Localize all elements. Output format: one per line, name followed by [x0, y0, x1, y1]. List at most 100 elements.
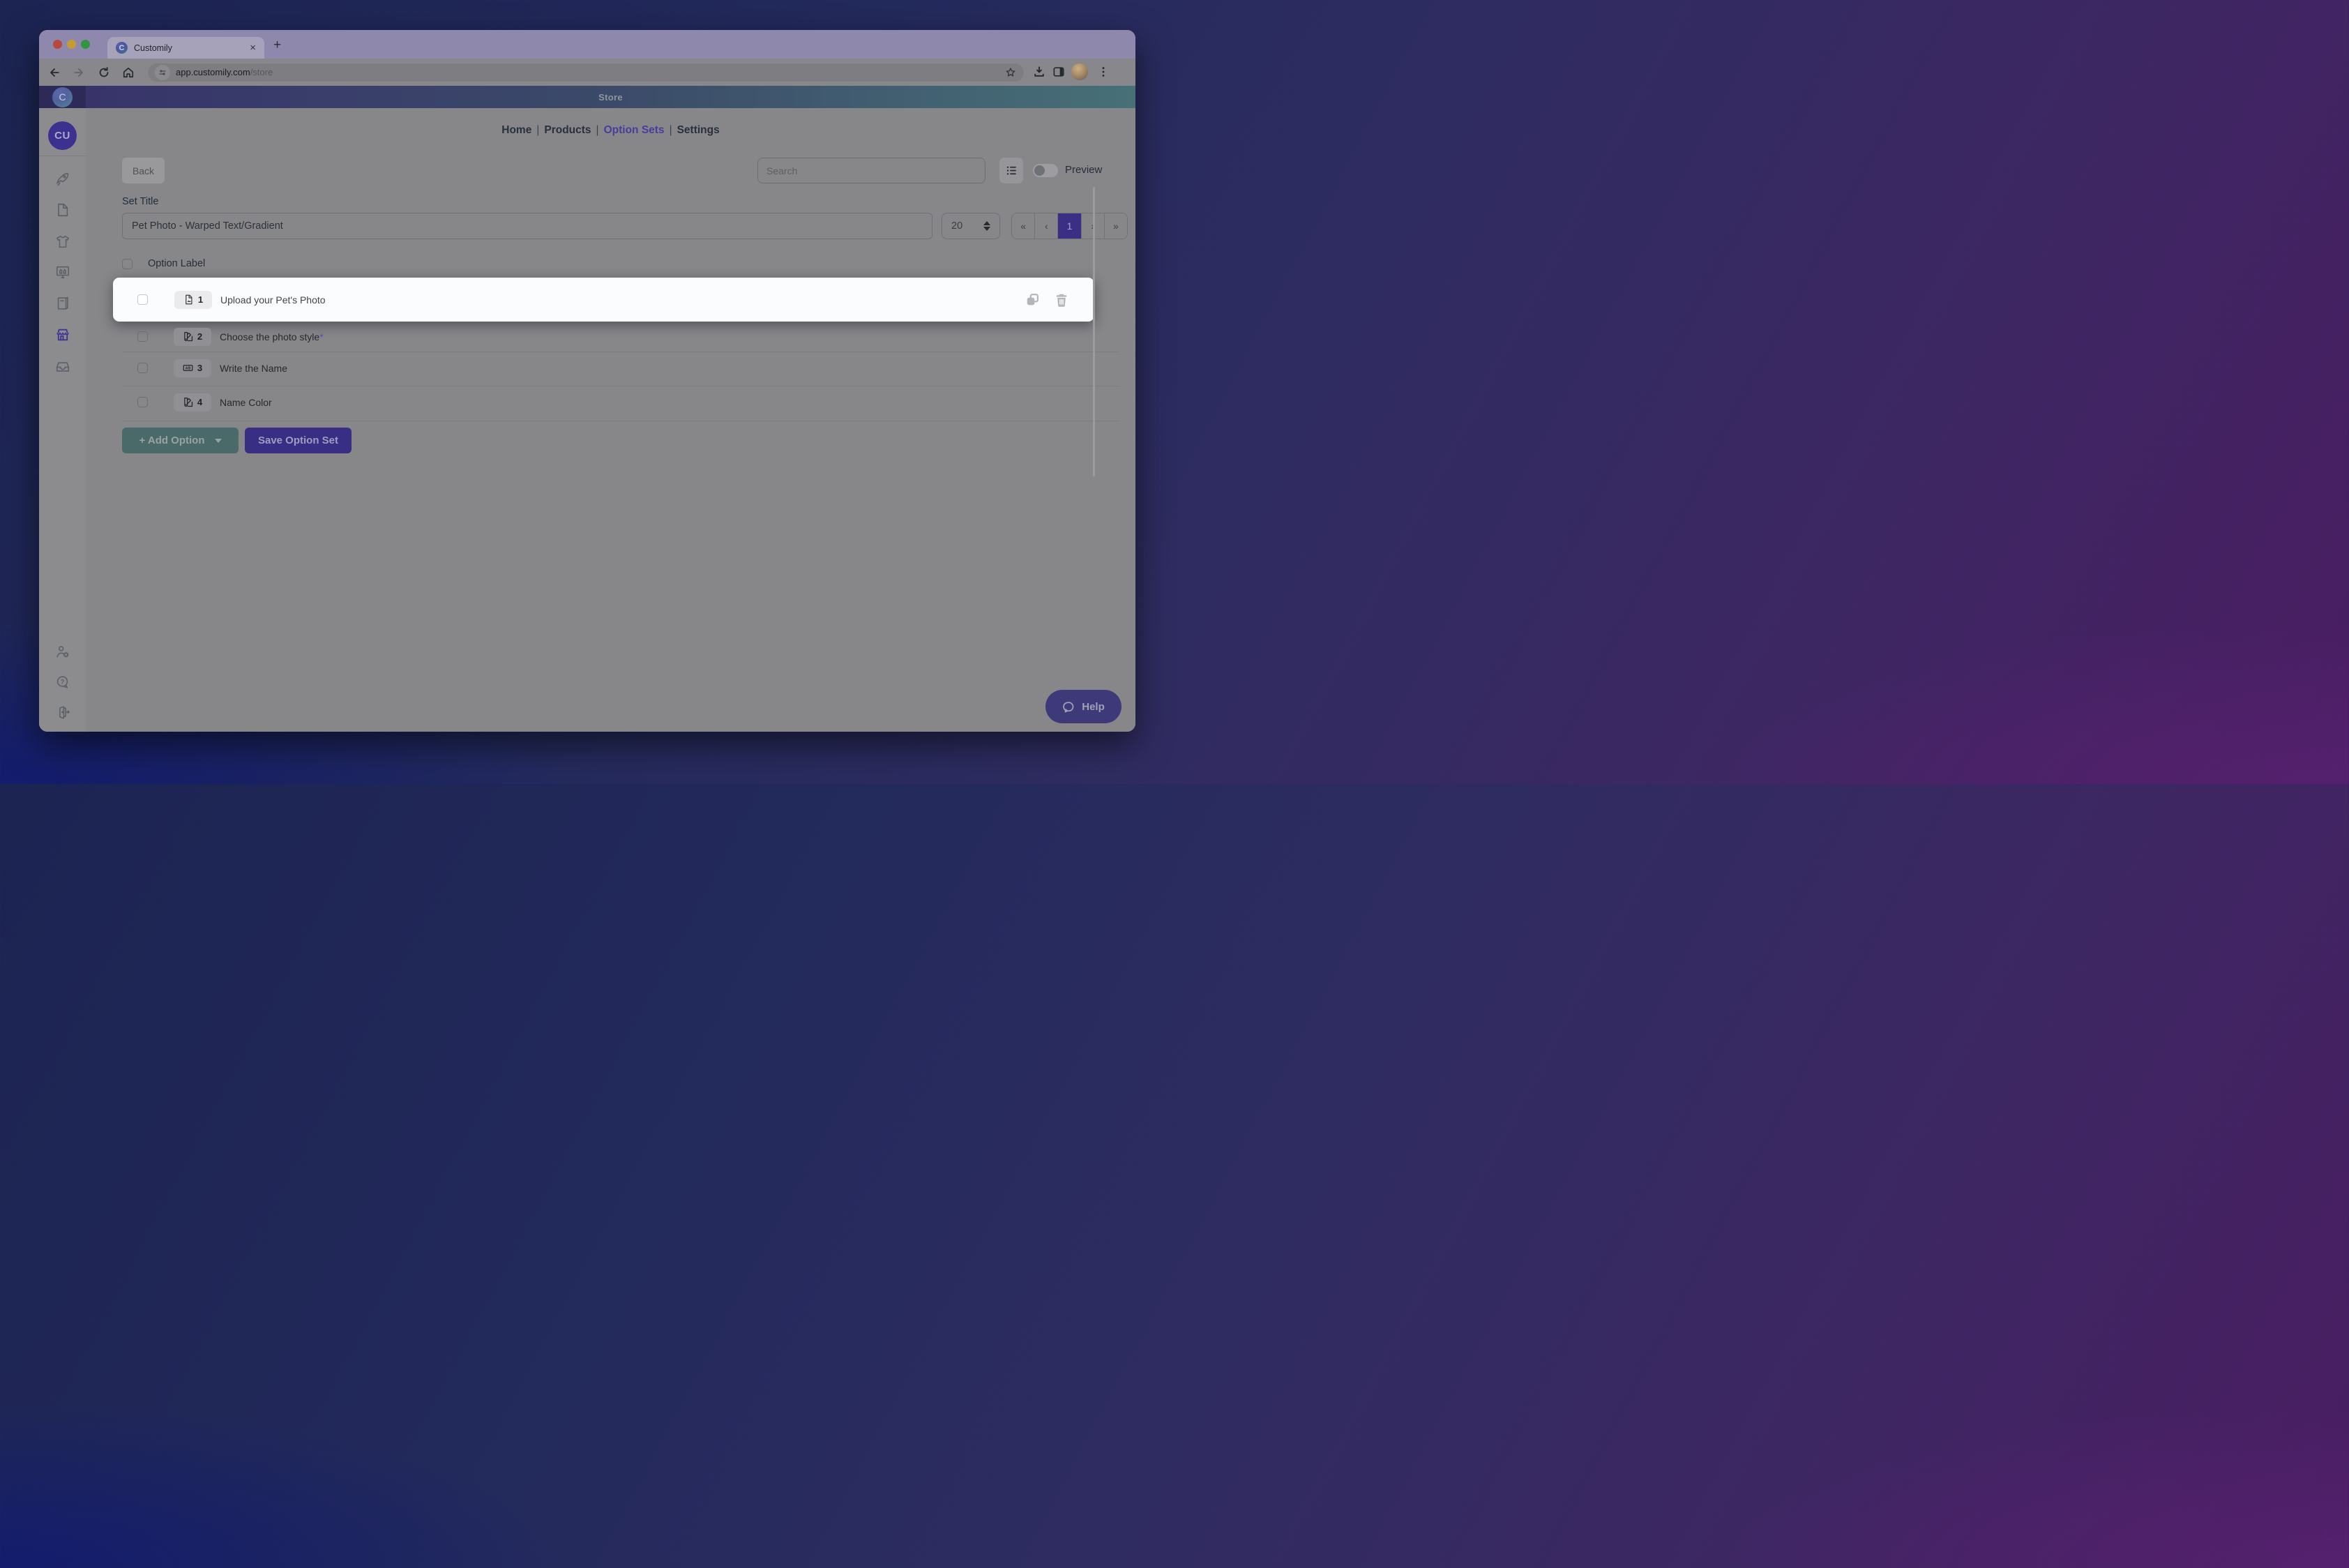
save-option-set-button[interactable]: Save Option Set — [245, 428, 352, 453]
required-star: * — [319, 331, 323, 342]
home-icon[interactable] — [121, 66, 135, 80]
sidebar-item-catalog-book-icon[interactable] — [55, 296, 70, 311]
preview-label: Preview — [1065, 164, 1102, 176]
row-checkbox[interactable] — [137, 294, 148, 305]
sidebar-item-products-file-icon[interactable] — [55, 202, 70, 218]
list-view-button[interactable] — [999, 158, 1023, 183]
option-label: Upload your Pet's Photo — [220, 294, 326, 306]
app-header-bar: C Store — [39, 86, 1135, 108]
text-input-icon: AB — [183, 363, 193, 373]
pagination-current-page[interactable]: 1 — [1058, 213, 1081, 239]
sidebar-item-store-icon[interactable] — [55, 327, 70, 342]
desktop: { "browser": { "tab_title": "Customily",… — [0, 0, 1174, 784]
row-checkbox[interactable] — [137, 363, 148, 373]
nav-link-settings[interactable]: Settings — [677, 124, 720, 136]
help-label: Help — [1082, 701, 1105, 713]
set-title-input[interactable] — [122, 213, 932, 239]
browser-menu-icon[interactable] — [1096, 65, 1110, 79]
sidebar-item-inbox-icon[interactable] — [55, 359, 70, 375]
close-tab-icon[interactable]: × — [250, 43, 256, 53]
option-label: Choose the photo style* — [220, 331, 324, 342]
sidebar-item-apparel-tshirt-icon[interactable] — [55, 234, 70, 249]
account-avatar[interactable]: CU — [48, 121, 77, 150]
sidebar-item-design-studio-monitor-icon[interactable] — [55, 264, 70, 280]
side-panel-icon[interactable] — [1052, 65, 1066, 79]
option-number: 4 — [197, 397, 202, 407]
page-size-value: 20 — [951, 220, 962, 232]
sidebar-item-support-help-icon[interactable]: ? — [55, 674, 70, 690]
option-number: 1 — [198, 294, 203, 305]
preview-toggle[interactable] — [1032, 163, 1059, 178]
option-type-badge: 2 — [174, 328, 211, 346]
image-upload-icon — [183, 294, 194, 305]
option-type-badge: 1 — [174, 291, 212, 309]
sidebar-item-launch-rocket-icon[interactable] — [55, 171, 70, 186]
top-nav: Home|Products|Option Sets|Settings — [86, 124, 1135, 137]
sidebar-item-logout-door-icon[interactable] — [55, 704, 70, 720]
color-swatch-icon — [183, 397, 193, 407]
option-number: 2 — [197, 331, 202, 342]
app-logo[interactable]: C — [39, 86, 86, 108]
back-button[interactable]: Back — [122, 158, 165, 183]
search-input[interactable] — [757, 158, 985, 183]
color-swatch-icon — [183, 331, 193, 342]
nav-link-products[interactable]: Products — [544, 124, 591, 136]
close-window-button[interactable] — [53, 40, 62, 49]
option-row[interactable]: AB 3 Write the Name — [122, 353, 1119, 383]
option-row[interactable]: 4 Name Color — [122, 387, 1119, 417]
table-header-row: Option Label — [122, 253, 1119, 274]
list-icon — [1005, 164, 1018, 177]
site-settings-icon[interactable] — [155, 65, 170, 80]
page-size-select[interactable]: 20 — [942, 213, 1000, 239]
nav-link-option-sets[interactable]: Option Sets — [604, 124, 665, 136]
forward-icon[interactable] — [72, 66, 86, 80]
pagination-prev[interactable]: ‹ — [1035, 213, 1058, 239]
option-row[interactable]: 2 Choose the photo style* — [122, 322, 1119, 352]
set-title-label: Set Title — [122, 196, 158, 207]
reload-icon[interactable] — [97, 66, 111, 80]
back-icon[interactable] — [47, 66, 61, 80]
sidebar-item-account-settings-icon[interactable] — [55, 644, 70, 659]
row-checkbox[interactable] — [137, 397, 148, 407]
delete-trash-icon[interactable] — [1054, 292, 1069, 308]
maximize-window-button[interactable] — [81, 40, 90, 49]
dropdown-caret-icon — [215, 439, 222, 443]
help-button[interactable]: Help — [1045, 690, 1121, 723]
pagination-first[interactable]: « — [1012, 213, 1035, 239]
table-header-label: Option Label — [148, 258, 205, 269]
tab-title: Customily — [134, 43, 243, 53]
add-option-button[interactable]: + Add Option — [122, 428, 239, 453]
option-type-badge: 4 — [174, 393, 211, 412]
toggle-knob — [1034, 165, 1045, 176]
browser-window: C Customily × + app.customily.com/store — [39, 30, 1135, 732]
browser-tab[interactable]: C Customily × — [107, 37, 264, 59]
option-type-badge: AB 3 — [174, 359, 211, 377]
option-label: Name Color — [220, 397, 272, 408]
select-arrows-icon — [983, 221, 990, 231]
minimize-window-button[interactable] — [67, 40, 76, 49]
downloads-icon[interactable] — [1032, 65, 1046, 79]
chat-bubble-icon — [1062, 700, 1075, 714]
pagination: « ‹ 1 › » — [1011, 213, 1128, 239]
scrollbar[interactable] — [1093, 187, 1095, 476]
nav-link-home[interactable]: Home — [501, 124, 531, 136]
sidebar: CU ? — [39, 108, 86, 732]
duplicate-icon[interactable] — [1025, 292, 1041, 308]
option-label: Write the Name — [220, 363, 287, 374]
url-bar[interactable]: app.customily.com/store — [148, 63, 1024, 82]
option-number: 3 — [197, 363, 202, 373]
row-checkbox[interactable] — [137, 331, 148, 342]
tab-strip: C Customily × + — [39, 30, 1135, 59]
bookmark-star-icon[interactable] — [1004, 66, 1017, 79]
svg-text:?: ? — [60, 678, 64, 685]
app-header-title: Store — [86, 86, 1135, 108]
svg-text:AB: AB — [186, 367, 191, 371]
select-all-checkbox[interactable] — [122, 259, 133, 269]
tab-favicon: C — [116, 42, 128, 54]
option-row-highlighted[interactable]: 1 Upload your Pet's Photo — [113, 278, 1094, 322]
main-content: Home|Products|Option Sets|Settings Back … — [86, 108, 1135, 732]
customily-logo-icon: C — [52, 87, 73, 107]
browser-profile-avatar[interactable] — [1071, 63, 1088, 80]
pagination-last[interactable]: » — [1105, 213, 1127, 239]
new-tab-button[interactable]: + — [273, 38, 281, 52]
